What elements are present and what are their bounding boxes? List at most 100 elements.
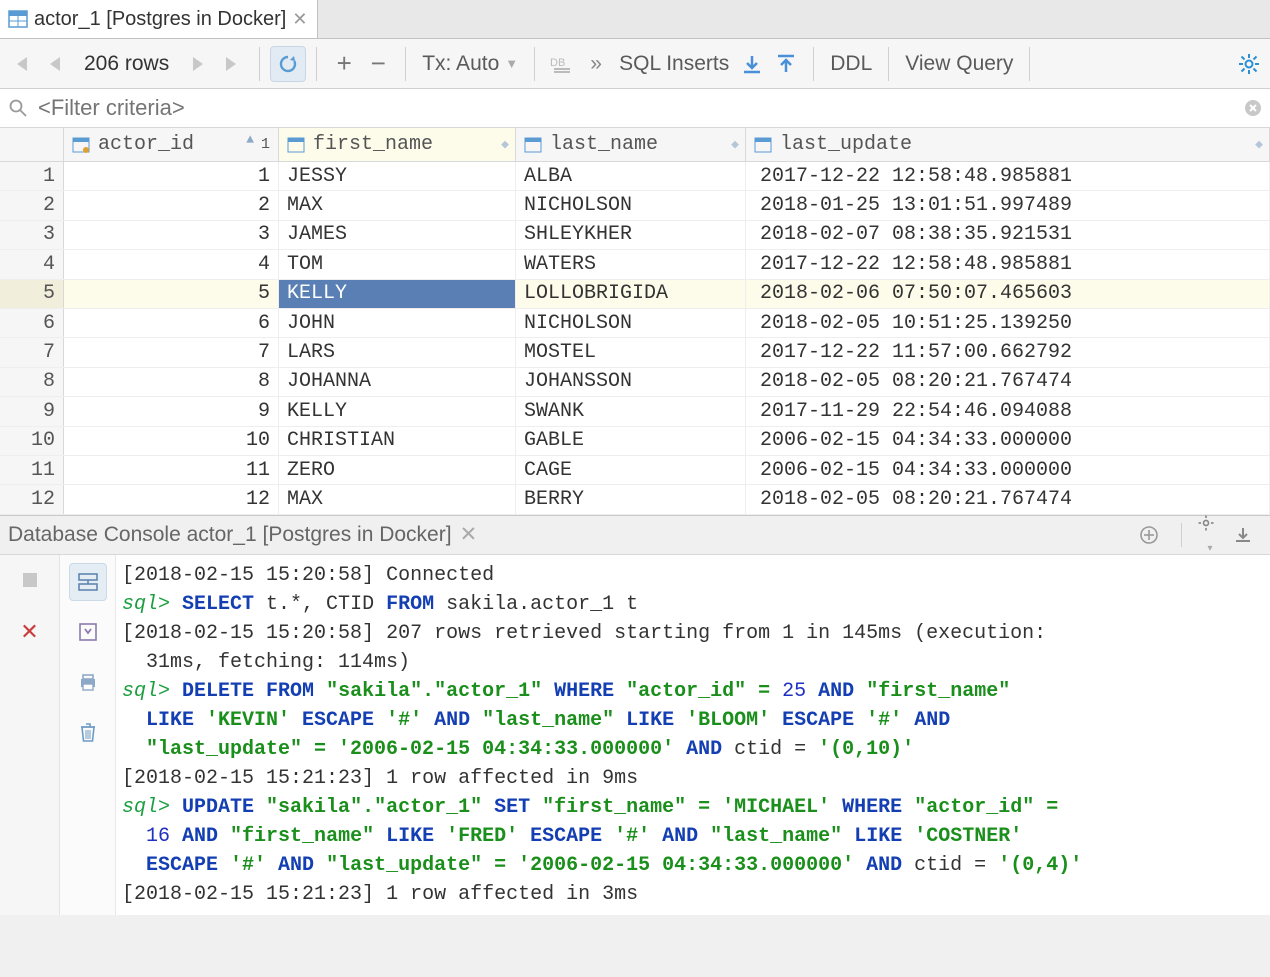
row-number[interactable]: 11 [0,456,64,484]
cell-last-name[interactable]: NICHOLSON [516,309,746,337]
cell-last-name[interactable]: WATERS [516,250,746,278]
table-row[interactable]: 1111ZEROCAGE2006-02-15 04:34:33.000000 [0,456,1270,485]
close-icon[interactable]: ✕ [292,9,307,30]
table-row[interactable]: 22MAXNICHOLSON2018-01-25 13:01:51.997489 [0,191,1270,220]
cell-actor-id[interactable]: 11 [64,456,279,484]
cell-last-update[interactable]: 2017-12-22 12:58:48.985881 [746,250,1270,278]
last-page-button[interactable] [215,47,249,81]
cell-last-update[interactable]: 2017-12-22 12:58:48.985881 [746,162,1270,190]
cell-last-name[interactable]: MOSTEL [516,338,746,366]
cell-last-update[interactable]: 2018-02-05 08:20:21.767474 [746,368,1270,396]
cell-last-update[interactable]: 2018-02-06 07:50:07.465603 [746,280,1270,308]
cell-actor-id[interactable]: 4 [64,250,279,278]
ddl-button[interactable]: DDL [824,52,878,76]
output-mode-button[interactable] [69,563,107,601]
expand-button[interactable]: » [579,47,613,81]
add-row-button[interactable]: + [327,47,361,81]
cell-last-update[interactable]: 2017-12-22 11:57:00.662792 [746,338,1270,366]
cell-last-name[interactable]: BERRY [516,485,746,513]
cell-actor-id[interactable]: 12 [64,485,279,513]
header-actor-id[interactable]: actor_id ▲ 1 [64,128,279,161]
dump-format-dropdown[interactable]: SQL Inserts [613,52,735,76]
header-last-name[interactable]: last_name ◆ [516,128,746,161]
cell-last-update[interactable]: 2017-11-29 22:54:46.094088 [746,397,1270,425]
view-query-button[interactable]: View Query [899,52,1019,76]
cell-first-name[interactable]: MAX [279,485,516,513]
cell-actor-id[interactable]: 6 [64,309,279,337]
row-number[interactable]: 3 [0,221,64,249]
console-output[interactable]: [2018-02-15 15:20:58] Connected sql> SEL… [116,555,1270,915]
cell-actor-id[interactable]: 1 [64,162,279,190]
download-button[interactable] [1234,526,1262,544]
print-button[interactable] [69,663,107,701]
cell-first-name[interactable]: MAX [279,191,516,219]
close-icon[interactable]: ✕ [460,522,478,547]
cell-first-name[interactable]: JOHN [279,309,516,337]
row-number[interactable]: 4 [0,250,64,278]
header-last-update[interactable]: last_update ◆ [746,128,1270,161]
cell-last-name[interactable]: NICHOLSON [516,191,746,219]
next-page-button[interactable] [181,47,215,81]
row-number[interactable]: 5 [0,280,64,308]
stop-button[interactable] [11,561,49,599]
row-number[interactable]: 2 [0,191,64,219]
export-down-button[interactable] [735,47,769,81]
table-row[interactable]: 55KELLYLOLLOBRIGIDA2018-02-06 07:50:07.4… [0,280,1270,309]
table-row[interactable]: 99KELLYSWANK2017-11-29 22:54:46.094088 [0,397,1270,426]
cell-last-name[interactable]: SHLEYKHER [516,221,746,249]
row-number[interactable]: 8 [0,368,64,396]
table-row[interactable]: 66JOHNNICHOLSON2018-02-05 10:51:25.13925… [0,309,1270,338]
console-settings-button[interactable]: ▾ [1196,513,1224,557]
close-console-button[interactable]: ✕ [11,613,49,651]
row-number[interactable]: 12 [0,485,64,513]
row-number[interactable]: 6 [0,309,64,337]
cell-last-update[interactable]: 2006-02-15 04:34:33.000000 [746,456,1270,484]
cell-actor-id[interactable]: 8 [64,368,279,396]
cell-actor-id[interactable]: 3 [64,221,279,249]
tx-mode-dropdown[interactable]: Tx: Auto ▼ [416,52,524,76]
cell-last-update[interactable]: 2018-01-25 13:01:51.997489 [746,191,1270,219]
table-row[interactable]: 44TOMWATERS2017-12-22 12:58:48.985881 [0,250,1270,279]
row-number[interactable]: 9 [0,397,64,425]
add-console-button[interactable] [1139,525,1167,545]
cell-last-update[interactable]: 2006-02-15 04:34:33.000000 [746,427,1270,455]
cell-first-name[interactable]: TOM [279,250,516,278]
cell-actor-id[interactable]: 10 [64,427,279,455]
cell-last-name[interactable]: LOLLOBRIGIDA [516,280,746,308]
prev-page-button[interactable] [38,47,72,81]
cell-last-name[interactable]: SWANK [516,397,746,425]
first-page-button[interactable] [4,47,38,81]
table-row[interactable]: 88JOHANNAJOHANSSON2018-02-05 08:20:21.76… [0,368,1270,397]
cell-last-update[interactable]: 2018-02-07 08:38:35.921531 [746,221,1270,249]
cell-first-name[interactable]: JESSY [279,162,516,190]
header-first-name[interactable]: first_name ◆ [279,128,516,161]
export-up-button[interactable] [769,47,803,81]
row-number[interactable]: 10 [0,427,64,455]
remove-row-button[interactable]: − [361,47,395,81]
cell-first-name[interactable]: ZERO [279,456,516,484]
cell-last-name[interactable]: JOHANSSON [516,368,746,396]
table-row[interactable]: 11JESSYALBA2017-12-22 12:58:48.985881 [0,162,1270,191]
cell-last-update[interactable]: 2018-02-05 10:51:25.139250 [746,309,1270,337]
row-number[interactable]: 7 [0,338,64,366]
cell-first-name[interactable]: KELLY [279,280,516,308]
cell-actor-id[interactable]: 2 [64,191,279,219]
cell-last-name[interactable]: CAGE [516,456,746,484]
table-row[interactable]: 1010CHRISTIANGABLE2006-02-15 04:34:33.00… [0,427,1270,456]
trash-button[interactable] [69,713,107,751]
filter-input[interactable] [38,95,1234,121]
header-rownum[interactable] [0,128,64,161]
cell-actor-id[interactable]: 5 [64,280,279,308]
table-row[interactable]: 1212MAXBERRY2018-02-05 08:20:21.767474 [0,485,1270,514]
cell-last-update[interactable]: 2018-02-05 08:20:21.767474 [746,485,1270,513]
tab-actor1[interactable]: actor_1 [Postgres in Docker] ✕ [0,0,318,38]
cell-last-name[interactable]: GABLE [516,427,746,455]
submit-button[interactable]: DB [545,47,579,81]
cell-first-name[interactable]: KELLY [279,397,516,425]
cell-actor-id[interactable]: 7 [64,338,279,366]
table-row[interactable]: 77LARSMOSTEL2017-12-22 11:57:00.662792 [0,338,1270,367]
clear-filter-button[interactable] [1244,99,1262,117]
table-row[interactable]: 33JAMESSHLEYKHER2018-02-07 08:38:35.9215… [0,221,1270,250]
cell-first-name[interactable]: CHRISTIAN [279,427,516,455]
cell-first-name[interactable]: JAMES [279,221,516,249]
